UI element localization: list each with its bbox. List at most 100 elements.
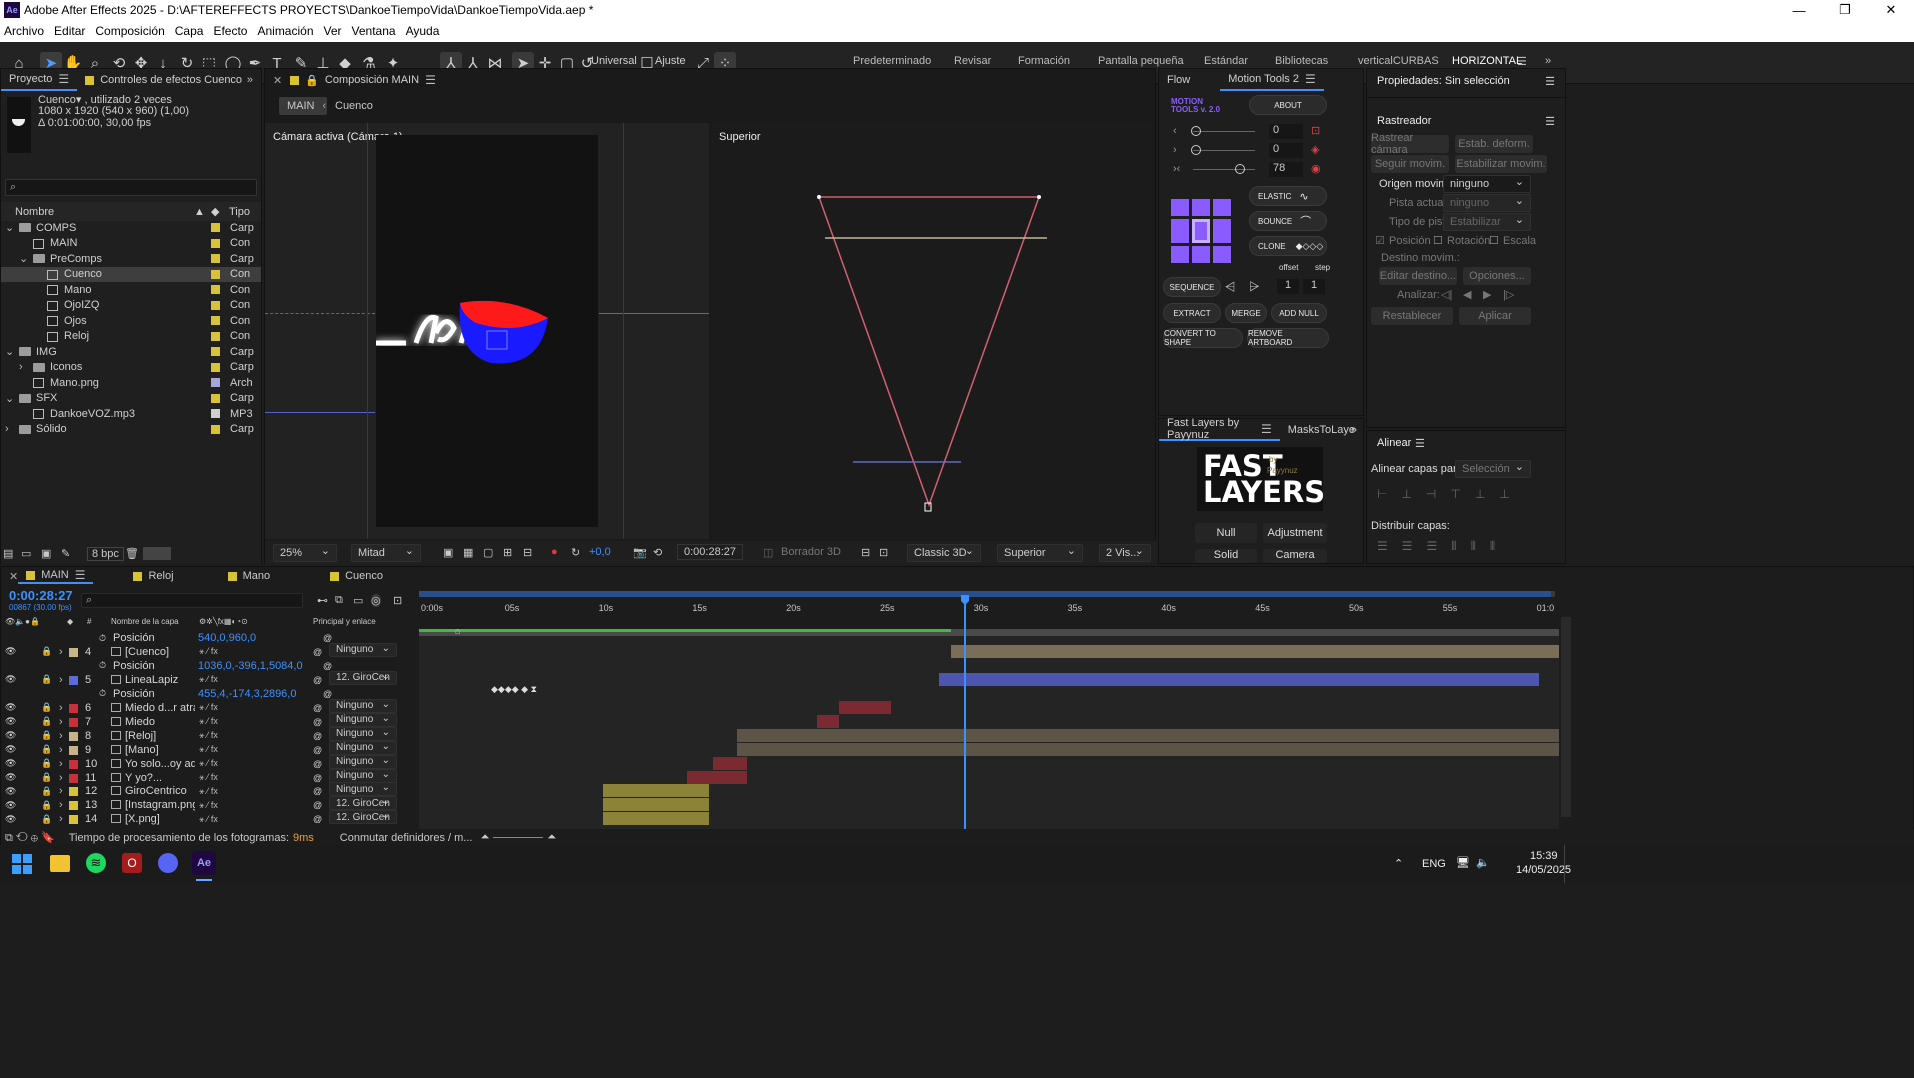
workspace-formacion[interactable]: Formación [1018, 55, 1070, 67]
parent-dropdown[interactable]: Ninguno [329, 782, 397, 797]
pickwhip-icon[interactable]: @ [313, 731, 322, 741]
layer-duration-bar[interactable] [713, 756, 747, 770]
scale-checkbox[interactable]: ☐ [1489, 234, 1499, 247]
label-swatch[interactable] [211, 316, 220, 325]
snapshot-icon[interactable]: 📷 [633, 546, 647, 559]
layer-duration-bar[interactable] [737, 728, 1559, 742]
menu-archivo[interactable]: Archivo [0, 24, 50, 38]
tab-motion-tools[interactable]: Motion Tools 2 ☰ [1220, 69, 1324, 91]
layer-switches[interactable]: ⚹ ⁄ fx [199, 758, 218, 769]
language-indicator[interactable]: ENG [1422, 858, 1446, 870]
label-swatch[interactable] [69, 787, 78, 797]
stopwatch-icon[interactable]: ⏱ [99, 688, 106, 699]
parent-col[interactable]: Principal y enlace [313, 617, 376, 626]
pickwhip-icon[interactable]: @ [313, 675, 322, 685]
panel-overflow-icon[interactable]: » [247, 74, 253, 86]
shy-icon[interactable]: ▭ [353, 594, 363, 607]
label-swatch[interactable] [211, 424, 220, 434]
distribute-bottom-icon[interactable]: ☰ [1427, 539, 1452, 553]
label-swatch[interactable] [211, 393, 220, 403]
visibility-icon[interactable]: 👁 [5, 674, 16, 685]
panel-menu-icon[interactable]: ☰ [58, 72, 69, 86]
layer-duration-bar[interactable] [603, 812, 709, 826]
align-to-dropdown[interactable]: Selección [1455, 460, 1531, 478]
layer-switches[interactable]: ⚹ ⁄ fx [199, 674, 218, 685]
stabilize-motion-button[interactable]: Estabilizar movim. [1455, 155, 1547, 173]
pickwhip-icon[interactable]: @ [313, 800, 322, 810]
label-swatch[interactable] [211, 409, 220, 418]
breadcrumb-cuenco[interactable]: Cuenco [335, 100, 373, 112]
layer-switches[interactable]: ⚹ ⁄ fx [199, 646, 218, 657]
interpret-footage-icon[interactable]: ▤ [3, 547, 13, 560]
stopwatch-icon[interactable]: ⏱ [99, 633, 106, 644]
label-swatch[interactable] [211, 347, 220, 356]
twirl-icon[interactable]: › [59, 813, 63, 825]
tab-fast-layers[interactable]: Fast Layers by Payynuz ☰ [1159, 417, 1280, 441]
lock-icon[interactable]: 🔒 [41, 772, 52, 783]
close-button[interactable]: ✕ [1868, 0, 1914, 20]
lock-icon[interactable]: 🔒 [41, 716, 52, 727]
lock-icon[interactable]: 🔒 [41, 786, 52, 797]
tab-flow[interactable]: Flow [1159, 74, 1198, 86]
pickwhip-icon[interactable]: @ [313, 717, 322, 727]
label-swatch[interactable] [69, 703, 78, 713]
clone-button[interactable]: CLONE ◆◇◇◇ [1249, 236, 1327, 256]
project-item[interactable]: › Sólido Carp [1, 422, 261, 437]
current-track-dropdown[interactable]: ninguno [1443, 194, 1531, 212]
remove-artboard-button[interactable]: REMOVE ARTBOARD [1247, 328, 1329, 348]
reset-button[interactable]: Restablecer [1371, 307, 1453, 325]
new-comp-icon[interactable]: ▣ [41, 547, 51, 560]
panel-menu-icon[interactable]: ☰ [75, 568, 86, 582]
draft3d-label[interactable]: Borrador 3D [781, 546, 841, 558]
layer-name[interactable]: [Cuenco] [125, 646, 195, 658]
layer-duration-bar[interactable] [939, 672, 1539, 686]
project-item[interactable]: ⌄ PreComps Carp [1, 251, 261, 266]
color-swatch[interactable] [143, 547, 171, 560]
track-camera-button[interactable]: Rastrear cámara [1371, 132, 1449, 156]
tray-overflow-icon[interactable]: ⌃ [1394, 857, 1403, 870]
project-item[interactable]: Reloj Con [1, 329, 261, 344]
twirl-icon[interactable]: › [59, 730, 63, 742]
layer-switches[interactable]: ⚹ ⁄ fx [199, 772, 218, 783]
distribute-left-icon[interactable]: ⦀ [1451, 539, 1470, 553]
visibility-icon[interactable]: 👁 [5, 646, 16, 657]
visibility-icon[interactable]: 👁 [5, 730, 16, 741]
pickwhip-icon[interactable]: @ [313, 745, 322, 755]
lock-icon[interactable]: 🔒 [41, 674, 52, 685]
twirl-icon[interactable]: › [59, 716, 63, 728]
lock-icon[interactable]: 🔒 [41, 758, 52, 769]
align-hcenter-icon[interactable]: ⊥ [1401, 487, 1425, 501]
parent-dropdown[interactable]: Ninguno [329, 754, 397, 769]
distribute-hcenter-icon[interactable]: ⦀ [1471, 539, 1490, 553]
add-null-button[interactable]: ADD NULL [1271, 303, 1327, 323]
ease-out-key-icon[interactable]: ◈ [1311, 143, 1319, 156]
label-swatch[interactable] [211, 300, 220, 310]
twirl-icon[interactable]: › [19, 361, 29, 373]
menu-ayuda[interactable]: Ayuda [402, 24, 446, 38]
reset-exposure-icon[interactable]: ↻ [571, 546, 580, 559]
workspace-estandar[interactable]: Estándar [1204, 55, 1248, 67]
sequence-reverse-icon[interactable]: ⩥ [1249, 279, 1259, 295]
color-channels-icon[interactable]: ● [551, 546, 558, 558]
step-input[interactable]: 1 [1303, 279, 1325, 294]
layer-switches[interactable]: ⚹ ⁄ fx [199, 800, 218, 811]
parent-dropdown[interactable]: 12. GiroCen [329, 810, 397, 825]
layer-name[interactable]: Miedo d...r atras [125, 702, 195, 714]
project-item[interactable]: ⌄ COMPS Carp [1, 220, 261, 235]
analyze-back-1-icon[interactable]: ◁| [1441, 288, 1452, 301]
anchor-right[interactable] [1213, 219, 1231, 243]
label-swatch[interactable] [211, 238, 220, 248]
analyze-forward-icon[interactable]: ▶ [1483, 288, 1491, 301]
file-explorer-icon[interactable] [50, 855, 70, 872]
renderer-dropdown[interactable]: Classic 3D [907, 544, 981, 562]
offset-input[interactable]: 1 [1277, 279, 1299, 294]
bounce-button[interactable]: BOUNCE ⌒ [1249, 211, 1327, 231]
project-item[interactable]: Mano Con [1, 282, 261, 297]
project-item[interactable]: › Iconos Carp [1, 360, 261, 375]
network-icon[interactable]: 🖥 [1456, 856, 1470, 869]
project-item[interactable]: ⌄ SFX Carp [1, 391, 261, 406]
close-tab-icon[interactable]: ✕ [273, 74, 282, 87]
tab-composition-main[interactable]: 🔒 Composición MAIN ☰ [282, 73, 444, 87]
layer-switches[interactable]: ⚹ ⁄ fx [199, 702, 218, 713]
sequence-forward-icon[interactable]: ⩤ [1225, 279, 1235, 295]
